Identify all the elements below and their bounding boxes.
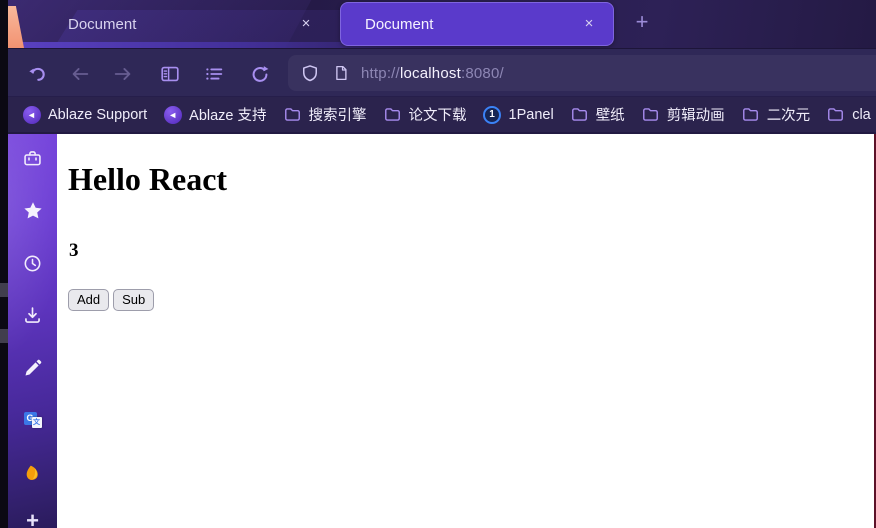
reader-list-icon[interactable] xyxy=(202,62,226,86)
flame-app-icon[interactable] xyxy=(22,462,44,484)
bookmark-label: Ablaze Support xyxy=(48,106,148,123)
tab-close-icon[interactable]: × xyxy=(296,14,316,34)
new-tab-button[interactable]: + xyxy=(629,10,655,36)
counter-value: 3 xyxy=(69,239,79,261)
bookmark-folder-cla-truncated[interactable]: cla xyxy=(818,102,876,128)
desktop-icon-fragment xyxy=(0,329,8,343)
browser-window: Document × Document × + http://localhost… xyxy=(0,0,876,528)
tab-title: Document xyxy=(365,15,434,33)
url-port-path: :8080/ xyxy=(460,64,504,82)
bookmark-folder-paper-download[interactable]: 论文下载 xyxy=(375,102,475,128)
tab-close-icon[interactable]: × xyxy=(579,14,599,34)
page-heading: Hello React xyxy=(68,161,228,197)
floorp-logo-icon: ◄ xyxy=(22,105,41,124)
bookmark-label: 剪辑动画 xyxy=(666,108,725,124)
bookmark-label: cla xyxy=(852,106,871,123)
tab-bar: Document × Document × + xyxy=(0,0,876,48)
reload-icon[interactable] xyxy=(248,62,272,86)
page-info-icon[interactable] xyxy=(330,62,352,84)
notes-pencil-icon[interactable] xyxy=(22,357,44,379)
floorp-logo-icon: ◄ xyxy=(163,105,182,124)
folder-icon xyxy=(826,105,845,124)
desktop-icon-fragment xyxy=(0,283,8,297)
bookmark-label: 搜索引擎 xyxy=(308,108,367,124)
undo-arrow-icon[interactable] xyxy=(25,62,49,86)
folder-icon xyxy=(741,105,760,124)
desktop-edge-strip xyxy=(0,0,8,528)
sidebar-panel-icon[interactable] xyxy=(158,62,182,86)
browser-body: G 文 + Hello React 3 Add Sub xyxy=(8,134,876,528)
bookmark-folder-anime[interactable]: 二次元 xyxy=(733,102,819,128)
tab-document-2-active[interactable]: Document × xyxy=(340,2,614,46)
shield-icon[interactable] xyxy=(299,62,321,84)
back-icon[interactable] xyxy=(68,62,92,86)
bookmark-label: 二次元 xyxy=(766,108,811,124)
folder-icon xyxy=(383,105,402,124)
translate-icon[interactable]: G 文 xyxy=(22,409,44,431)
url-bar[interactable]: http://localhost:8080/ xyxy=(288,55,876,91)
bookmark-label: Ablaze 支持 xyxy=(189,108,267,124)
bookmark-1panel[interactable]: 1 1Panel xyxy=(475,102,562,128)
bookmark-ablaze-support[interactable]: ◄ Ablaze Support xyxy=(14,102,155,128)
vertical-sidebar: G 文 + xyxy=(8,134,57,528)
bookmark-label: 论文下载 xyxy=(408,108,467,124)
bookmarks-toolbar: ◄ Ablaze Support ◄ Ablaze 支持 搜索引擎 论文下载 1… xyxy=(0,97,876,134)
bookmark-folder-search-engines[interactable]: 搜索引擎 xyxy=(275,102,375,128)
bookmark-label: 壁纸 xyxy=(595,108,625,124)
counter-buttons: Add Sub xyxy=(68,288,876,312)
navigation-toolbar: http://localhost:8080/ xyxy=(0,48,876,97)
bookmarks-star-icon[interactable] xyxy=(22,200,44,222)
folder-icon xyxy=(641,105,660,124)
url-scheme: http:// xyxy=(361,64,400,82)
sidebar-add-icon[interactable]: + xyxy=(22,510,44,528)
folder-icon xyxy=(283,105,302,124)
toolbox-icon[interactable] xyxy=(22,147,44,169)
bookmark-folder-video-editing[interactable]: 剪辑动画 xyxy=(633,102,733,128)
1panel-logo-icon: 1 xyxy=(483,105,502,124)
bookmark-ablaze-zhichi[interactable]: ◄ Ablaze 支持 xyxy=(155,102,274,128)
page-content: Hello React 3 Add Sub xyxy=(57,134,876,528)
bookmark-label: 1Panel xyxy=(508,106,554,123)
history-clock-icon[interactable] xyxy=(22,252,44,274)
forward-icon[interactable] xyxy=(111,62,135,86)
add-button[interactable]: Add xyxy=(68,288,110,312)
bookmark-folder-wallpapers[interactable]: 壁纸 xyxy=(562,102,633,128)
url-host: localhost xyxy=(399,64,461,82)
downloads-icon[interactable] xyxy=(22,304,44,326)
tab-title: Document xyxy=(68,15,137,33)
sub-button[interactable]: Sub xyxy=(113,288,155,312)
folder-icon xyxy=(570,105,589,124)
url-text[interactable]: http://localhost:8080/ xyxy=(361,65,504,82)
tab-document-1[interactable]: Document × xyxy=(16,2,330,46)
